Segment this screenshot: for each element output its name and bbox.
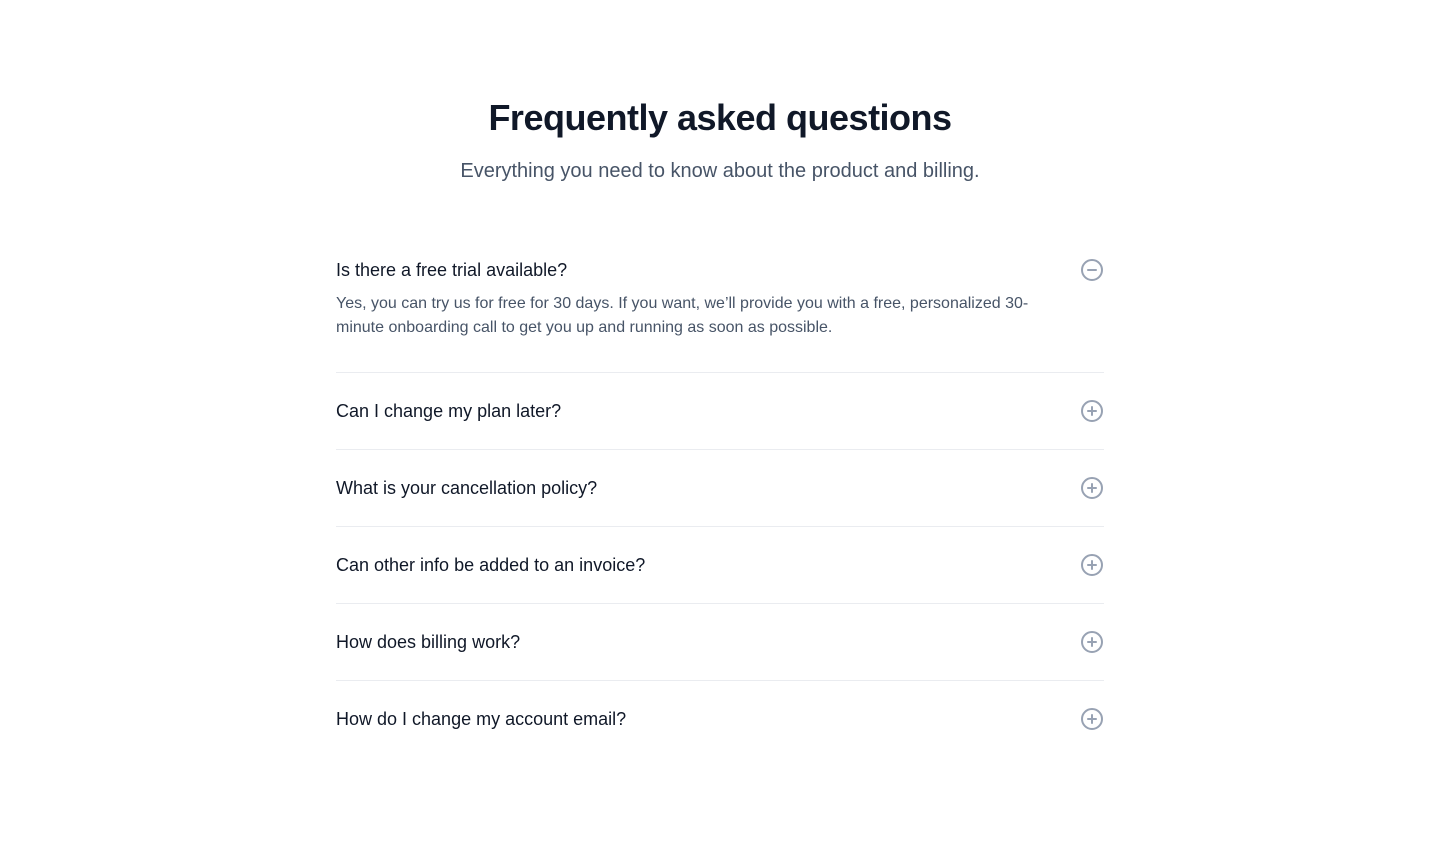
faq-page: Frequently asked questions Everything yo… [0, 0, 1440, 854]
faq-question[interactable]: How does billing work? [336, 628, 520, 656]
plus-circle-icon[interactable] [1080, 553, 1104, 577]
faq-item: Can I change my plan later? [336, 372, 1104, 449]
minus-circle-icon[interactable] [1080, 258, 1104, 282]
faq-question-row[interactable]: Can I change my plan later? [336, 397, 1104, 425]
faq-question[interactable]: Can I change my plan later? [336, 397, 561, 425]
faq-question[interactable]: Can other info be added to an invoice? [336, 551, 645, 579]
plus-circle-icon[interactable] [1080, 630, 1104, 654]
faq-header: Frequently asked questions Everything yo… [0, 96, 1440, 186]
page-title: Frequently asked questions [488, 97, 952, 138]
faq-item: What is your cancellation policy? [336, 449, 1104, 526]
faq-item: How do I change my account email? [336, 680, 1104, 757]
faq-question-row[interactable]: Can other info be added to an invoice? [336, 551, 1104, 579]
faq-question-row[interactable]: Is there a free trial available? [336, 256, 1104, 284]
faq-question-row[interactable]: What is your cancellation policy? [336, 474, 1104, 502]
faq-item: How does billing work? [336, 603, 1104, 680]
faq-item: Is there a free trial available? Yes, yo… [336, 242, 1104, 372]
faq-question[interactable]: How do I change my account email? [336, 705, 626, 733]
plus-circle-icon[interactable] [1080, 707, 1104, 731]
faq-list: Is there a free trial available? Yes, yo… [336, 242, 1104, 757]
page-subtitle: Everything you need to know about the pr… [460, 160, 980, 182]
plus-circle-icon[interactable] [1080, 476, 1104, 500]
faq-question[interactable]: Is there a free trial available? [336, 256, 567, 284]
faq-answer: Yes, you can try us for free for 30 days… [336, 295, 1029, 336]
faq-question[interactable]: What is your cancellation policy? [336, 474, 597, 502]
plus-circle-icon[interactable] [1080, 399, 1104, 423]
faq-item: Can other info be added to an invoice? [336, 526, 1104, 603]
faq-question-row[interactable]: How do I change my account email? [336, 705, 1104, 733]
faq-question-row[interactable]: How does billing work? [336, 628, 1104, 656]
